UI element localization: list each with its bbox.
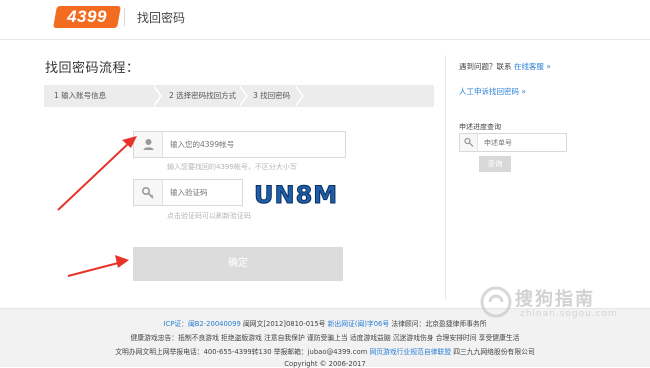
footer-line-2: 健康游戏忠告：抵制不良游戏 拒绝盗版游戏 注意自我保护 谨防受骗上当 适度游戏益… [130,334,520,342]
manual-appeal-link[interactable]: 人工申诉找回密码 » [459,86,526,97]
help-text: 遇到问题？联系 [459,62,512,71]
key-icon [460,134,478,151]
page-title: 找回密码 [137,11,186,25]
captcha-image[interactable]: UN8M [250,177,340,212]
industry-alliance-link[interactable]: 网页游戏行业规范自律联盟 [369,348,451,356]
confirm-button[interactable]: 确定 [133,247,343,281]
captcha-input[interactable] [164,180,242,205]
captcha-hint: 点击验证码可以刷新验证码 [167,212,251,220]
logo-text: 4399 [67,7,107,26]
step-2: 2 选择密码找回方式 [169,91,237,100]
footer-line-3: 文明办网文明上网举报电话：400-655-4399转130 举报邮箱：jubao… [0,346,650,356]
process-title: 找回密码流程： [45,61,140,76]
company-name: 四三九九网络股份有限公司 [453,348,535,356]
appeal-number-field[interactable] [459,133,567,152]
account-hint: 输入您要找回的4399帐号，不区分大小写 [167,163,297,171]
step-3: 3 找回密码 [253,91,291,100]
captcha-field[interactable] [133,179,243,206]
watermark-text: 搜狗指南 [515,289,595,310]
sidebar-divider [445,55,446,300]
4399-logo[interactable]: 4399 [53,6,121,28]
step-1: 1 输入账号信息 [54,91,107,100]
progress-query-title: 申述进度查询 [459,123,501,131]
captcha-code: UN8M [254,181,338,209]
step-progress-bar: 1 输入账号信息 2 选择密码找回方式 3 找回密码 [44,85,434,107]
watermark-subtext: zhinan.sogou.com [520,309,618,319]
report-contact: 文明办网文明上网举报电话：400-655-4399转130 举报邮箱：jubao… [115,348,368,356]
step-separator [152,85,162,107]
icp-link[interactable]: 闽B2-20040099 [188,320,241,328]
icp-label: ICP证： [163,320,188,328]
key-icon [134,180,163,205]
appeal-number-input[interactable] [479,134,565,151]
step-separator [294,85,304,107]
help-line: 遇到问题？联系 在线客服 » [459,61,551,72]
online-service-link[interactable]: 在线客服 » [514,62,551,71]
query-button[interactable]: 查询 [479,156,511,172]
top-header: 4399 找回密码 [0,0,650,40]
publish-license-link[interactable]: 新出网证(闽)字06号 [328,320,390,328]
culture-license: 闽网文[2012]0810-015号 [242,320,326,328]
header-divider [124,8,125,26]
step-separator [238,85,248,107]
user-icon [134,132,163,157]
account-input[interactable] [164,132,344,157]
account-field[interactable] [133,131,346,158]
